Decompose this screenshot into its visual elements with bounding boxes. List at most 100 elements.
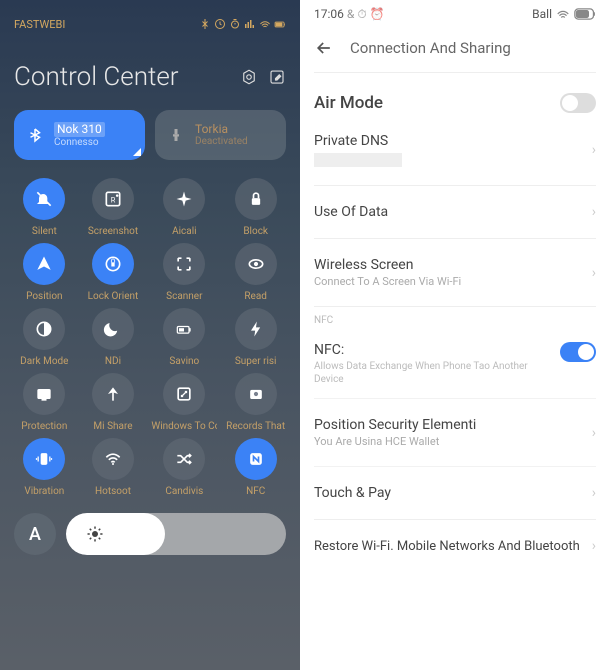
panel-title: Control Center [14, 62, 179, 92]
toggle-windows[interactable]: Windows To Co [151, 373, 217, 432]
shuffle-icon [174, 449, 194, 469]
position-security-sub: You Are Usina HCE Wallet [314, 435, 476, 448]
toggle-candivis[interactable]: Candivis [151, 438, 217, 497]
air-mode-label: Air Mode [314, 93, 383, 113]
toggle-label: NFC [246, 486, 265, 497]
back-icon[interactable] [314, 38, 334, 58]
lock-icon [246, 189, 266, 209]
toggle-saving[interactable]: Savino [151, 308, 217, 367]
restore-label: Restore Wi-Fi. Mobile Networks And Bluet… [314, 539, 580, 554]
air-mode-row[interactable]: Air Mode [300, 73, 610, 125]
private-dns-label: Private DNS [314, 133, 402, 149]
toggle-label: Records That [226, 421, 285, 432]
toggle-label: Hotsoot [95, 486, 131, 497]
left-status-bar: FASTWEBI [14, 12, 286, 36]
toggle-label: Windows To Co [151, 421, 217, 432]
airplane-icon [174, 189, 194, 209]
scan-icon [174, 254, 194, 274]
monitor-icon [34, 384, 54, 404]
right-status-icons: Ball [532, 7, 596, 21]
toggle-protection[interactable]: Protection [14, 373, 75, 432]
tile-subtitle: Deactivated [195, 136, 248, 147]
brightness-row: A [14, 513, 286, 555]
toggle-label: NDi [105, 356, 121, 367]
wifi-icon [103, 449, 123, 469]
camera-icon [246, 384, 266, 404]
touch-pay-label: Touch & Pay [314, 485, 391, 501]
toggle-label: Super risi [235, 356, 277, 367]
font-size-button[interactable]: A [14, 513, 56, 555]
settings-icon[interactable] [240, 68, 258, 86]
toggle-dark-mode[interactable]: Dark Mode [14, 308, 75, 367]
toggle-super[interactable]: Super risi [225, 308, 286, 367]
rotate-lock-icon [103, 254, 123, 274]
right-status-bar: 17:06 & ⏱ ⏰ Ball [300, 0, 610, 28]
toggle-label: Dark Mode [20, 356, 68, 367]
brightness-icon [86, 525, 104, 543]
use-of-data-label: Use Of Data [314, 204, 388, 220]
page-title: Connection And Sharing [350, 39, 511, 57]
toggle-silent[interactable]: Silent [14, 178, 75, 237]
restore-row[interactable]: Restore Wi-Fi. Mobile Networks And Bluet… [300, 520, 610, 562]
toggle-lock-orient[interactable]: Lock Orient [83, 243, 144, 302]
toggle-label: Aicali [172, 226, 197, 237]
wireless-screen-row[interactable]: Wireless Screen Connect To A Screen Via … [300, 239, 610, 306]
toggle-label: Read [244, 291, 267, 302]
touch-pay-row[interactable]: Touch & Pay › [300, 467, 610, 519]
time-label: 17:06 & ⏱ ⏰ [314, 7, 385, 22]
expand-icon [174, 384, 194, 404]
toggle-block[interactable]: Block [225, 178, 286, 237]
chevron-right-icon: › [592, 204, 596, 220]
bluetooth-icon [26, 126, 44, 144]
torch-icon [167, 126, 185, 144]
nfc-row[interactable]: NFC: Allows Data Exchange When Phone Tao… [300, 330, 610, 398]
toggle-position[interactable]: Position [14, 243, 75, 302]
edit-icon[interactable] [268, 68, 286, 86]
wireless-screen-label: Wireless Screen [314, 257, 461, 273]
nfc-icon [246, 449, 266, 469]
toggle-scanner[interactable]: Scanner [151, 243, 217, 302]
bell-slash-icon [34, 189, 54, 209]
position-security-row[interactable]: Position Security Elementi You Are Usina… [300, 399, 610, 466]
nfc-section-label: NFC [300, 307, 610, 330]
toggle-label: Vibration [24, 486, 64, 497]
torch-tile[interactable]: TorkiaDeactivated [155, 110, 286, 160]
chevron-right-icon: › [592, 485, 596, 501]
chevron-right-icon: › [592, 142, 596, 158]
tile-subtitle: Connesso [54, 137, 105, 148]
control-center-panel: FASTWEBI Control Center Nok 310ConnessoT… [0, 0, 300, 670]
bluetooth-tile[interactable]: Nok 310Connesso [14, 110, 145, 160]
toggle-airplane[interactable]: Aicali [151, 178, 217, 237]
moon-icon [103, 319, 123, 339]
use-of-data-row[interactable]: Use Of Data › [300, 186, 610, 238]
brightness-slider[interactable] [66, 513, 286, 555]
toggle-nd[interactable]: NDi [83, 308, 144, 367]
toggle-label: Position [26, 291, 62, 302]
title-row: Control Center [14, 62, 286, 92]
toggle-label: Protection [21, 421, 67, 432]
chevron-right-icon: › [592, 265, 596, 281]
toggle-read[interactable]: Read [225, 243, 286, 302]
battery-icon [174, 319, 194, 339]
svg-text:R: R [111, 195, 116, 204]
nfc-toggle[interactable] [560, 342, 596, 362]
position-security-label: Position Security Elementi [314, 417, 476, 433]
carrier-label: FASTWEBI [14, 18, 65, 31]
chevron-right-icon: › [592, 538, 596, 554]
toggle-mishare[interactable]: Mi Share [83, 373, 144, 432]
toggle-vibration[interactable]: Vibration [14, 438, 75, 497]
toggle-hotspot[interactable]: Hotsoot [83, 438, 144, 497]
toggle-record[interactable]: Records That [225, 373, 286, 432]
private-dns-row[interactable]: Private DNS › [300, 125, 610, 185]
toggle-nfc[interactable]: NFC [225, 438, 286, 497]
eye-icon [246, 254, 266, 274]
toggle-label: Savino [169, 356, 199, 367]
wireless-screen-sub: Connect To A Screen Via Wi-Fi [314, 275, 461, 288]
nfc-sub: Allows Data Exchange When Phone Tao Anot… [314, 360, 548, 386]
toggle-label: Candivis [165, 486, 203, 497]
toggle-label: Block [243, 226, 268, 237]
toggle-label: Lock Orient [88, 291, 139, 302]
air-mode-toggle[interactable] [560, 93, 596, 113]
toggle-screenshot[interactable]: RScreenshot [83, 178, 144, 237]
tile-title: Nok 310 [54, 122, 105, 137]
